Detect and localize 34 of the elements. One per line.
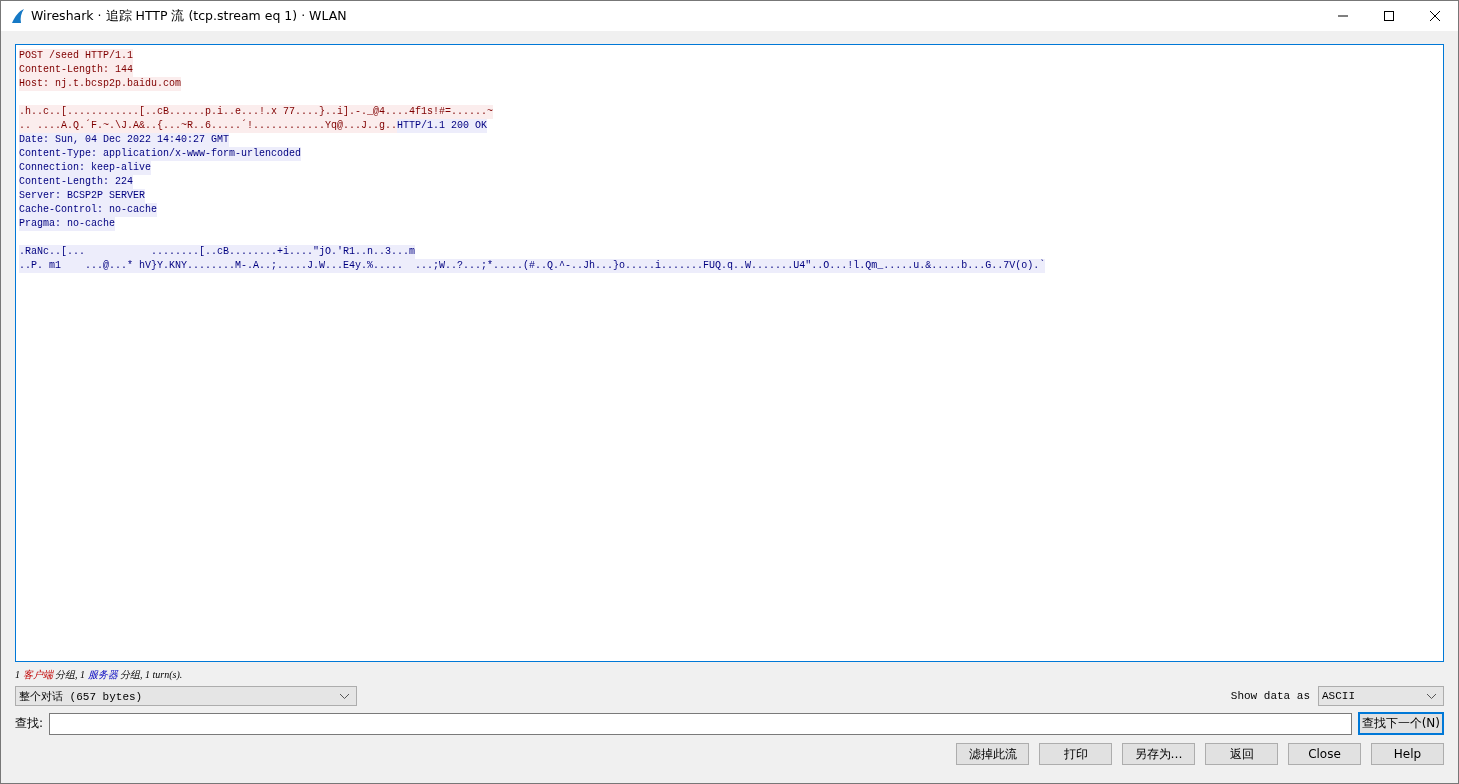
summary-text: 1 客户端 分组, 1 服务器 分组, 1 turn(s). — [15, 668, 184, 682]
show-data-label: Show data as — [1230, 690, 1310, 702]
dialog-button[interactable]: 滤掉此流 — [956, 743, 1029, 765]
stream-text: ..P. m1 ...@...* hV}Y.KNY........M-.A..;.....J.W...E4y.%..... ...;W..?...;*.....(#..Q.^-..Jh...}o.....i.......FUQ.q..W.......U4"..O...!l.Qm_.....u.&.....b...G..7V(o).` — [19, 259, 1046, 273]
stream-text: Content-Type: application/x-www-form-urlencoded — [19, 147, 302, 161]
stream-text: .. ....A.Q.´F.~.\J.A&..{...~R..6.....´!............Yq@...J..g.. — [19, 119, 398, 133]
find-label: 查找: — [15, 715, 44, 732]
dialog-button[interactable]: 返回 — [1205, 743, 1278, 765]
find-next-button[interactable]: 查找下一个(N) — [1357, 712, 1444, 735]
chevron-down-icon — [1426, 692, 1437, 700]
conversation-dropdown[interactable]: 整个对话 (657 bytes) — [15, 686, 357, 706]
stream-text: Content-Length: 144 — [19, 63, 134, 77]
stream-text: Cache-Control: no-cache — [19, 203, 158, 217]
dialog-button[interactable]: 另存为… — [1122, 743, 1195, 765]
show-data-dropdown[interactable]: ASCII — [1318, 686, 1444, 706]
find-field[interactable] — [49, 712, 1352, 735]
dialog-button[interactable]: 打印 — [1039, 743, 1112, 765]
stream-text: Server: BCSP2P SERVER — [19, 189, 146, 203]
stream-text: Content-Length: 224 — [19, 175, 134, 189]
stream-text: Host: nj.t.bcsp2p.baidu.com — [19, 77, 182, 91]
shark-fin-icon — [11, 8, 25, 24]
stream-text: POST /seed HTTP/1.1 — [19, 49, 134, 63]
stream-text: .h..c..[............[..cB......p.i..e...!.x 77....}..i].-._@4....4f1s!#=......~ — [19, 105, 494, 119]
stream-text: Pragma: no-cache — [19, 217, 115, 231]
dialog-button[interactable]: Help — [1371, 743, 1444, 765]
dialog-button[interactable]: Close — [1288, 743, 1361, 765]
window-title: Wireshark · 追踪 HTTP 流 (tcp.stream eq 1) · WLAN — [31, 7, 348, 25]
chevron-down-icon — [339, 692, 350, 700]
stream-text: Date: Sun, 04 Dec 2022 14:40:27 GMT — [19, 133, 230, 147]
stream-text: .RaNc..[... ........[..cB........+i...."jO.'R1..n..3...m — [19, 245, 416, 259]
close-icon[interactable] — [1430, 11, 1440, 21]
stream-text: Connection: keep-alive — [19, 161, 152, 175]
maximize-icon[interactable] — [1384, 11, 1394, 21]
stream-text: HTTP/1.1 200 OK — [397, 119, 488, 133]
